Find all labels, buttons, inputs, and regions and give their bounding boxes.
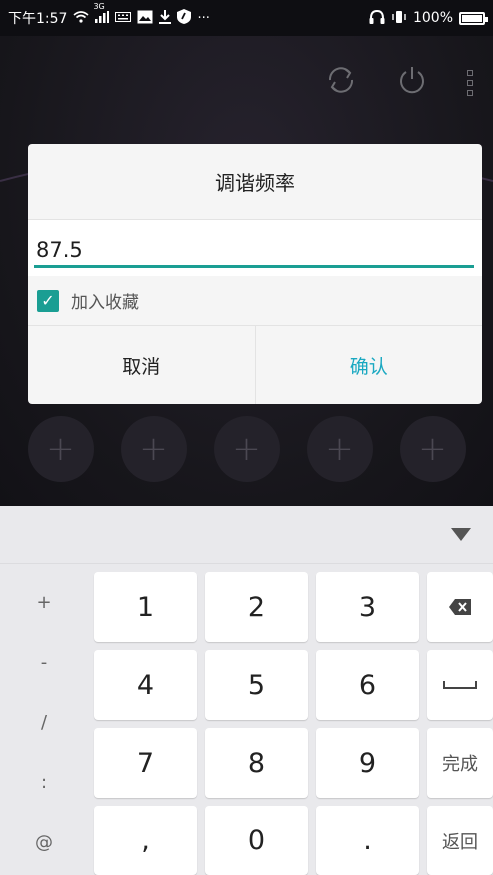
preset-add-button[interactable]: + (306, 416, 373, 482)
key-period[interactable]: . (316, 806, 419, 875)
more-notifications-icon: ··· (197, 10, 210, 26)
keyboard-toolbar (0, 506, 493, 564)
space-icon (443, 681, 477, 689)
signal-icon: 3G (93, 2, 110, 26)
backspace-key[interactable] (427, 572, 493, 642)
key-3[interactable]: 3 (316, 572, 419, 642)
signal-label: 3G (93, 1, 105, 11)
key-2[interactable]: 2 (205, 572, 308, 642)
symbol-key[interactable]: @ (0, 812, 88, 872)
key-8[interactable]: 8 (205, 728, 308, 798)
status-time: 下午1:57 (8, 11, 68, 27)
key-5[interactable]: 5 (205, 650, 308, 720)
favorite-label: 加入收藏 (71, 293, 139, 313)
wifi-icon (73, 10, 89, 26)
back-key[interactable]: 返回 (427, 806, 493, 875)
key-4[interactable]: 4 (94, 650, 197, 720)
preset-add-button[interactable]: + (399, 416, 466, 482)
battery-icon (459, 11, 488, 25)
key-comma[interactable]: , (94, 806, 197, 875)
frequency-field-container (28, 220, 482, 276)
keyboard-icon (115, 11, 132, 25)
key-0[interactable]: 0 (205, 806, 308, 875)
cancel-button[interactable]: 取消 (28, 326, 256, 404)
shield-icon (177, 9, 192, 27)
favorite-row[interactable]: ✓ 加入收藏 (28, 276, 482, 326)
more-menu-icon[interactable] (467, 69, 473, 96)
power-icon[interactable] (397, 65, 427, 100)
numeric-keyboard: + - / : @ 1 2 3 4 5 6 7 8 9 完成 , 0 . 返回 (0, 506, 493, 875)
preset-row: + + + + + (0, 416, 493, 482)
frequency-input[interactable] (34, 234, 474, 268)
dialog-title: 调谐频率 (28, 144, 482, 220)
vibrate-icon (391, 10, 407, 27)
image-icon (137, 10, 153, 27)
symbol-key[interactable]: : (0, 752, 88, 812)
preset-add-button[interactable]: + (213, 416, 280, 482)
key-7[interactable]: 7 (94, 728, 197, 798)
download-icon (159, 9, 172, 27)
symbol-column: + - / : @ (0, 572, 88, 872)
dialog-buttons: 取消 确认 (28, 326, 482, 404)
key-1[interactable]: 1 (94, 572, 197, 642)
preset-add-button[interactable]: + (120, 416, 187, 482)
refresh-icon[interactable] (325, 64, 357, 101)
headphones-icon (369, 9, 385, 27)
radio-toolbar (325, 64, 473, 101)
space-key[interactable] (427, 650, 493, 720)
confirm-button[interactable]: 确认 (256, 326, 483, 404)
key-6[interactable]: 6 (316, 650, 419, 720)
done-key[interactable]: 完成 (427, 728, 493, 798)
symbol-key[interactable]: / (0, 692, 88, 752)
preset-add-button[interactable]: + (27, 416, 94, 482)
battery-percent: 100% (412, 10, 453, 26)
backspace-icon (449, 599, 471, 615)
symbol-key[interactable]: + (0, 572, 88, 632)
collapse-keyboard-icon[interactable] (451, 528, 471, 541)
favorite-checkbox[interactable]: ✓ (37, 289, 59, 312)
status-bar: 下午1:57 3G ··· 100% (0, 0, 493, 36)
symbol-key[interactable]: - (0, 632, 88, 692)
key-9[interactable]: 9 (316, 728, 419, 798)
tune-frequency-dialog: 调谐频率 ✓ 加入收藏 取消 确认 (28, 144, 482, 404)
